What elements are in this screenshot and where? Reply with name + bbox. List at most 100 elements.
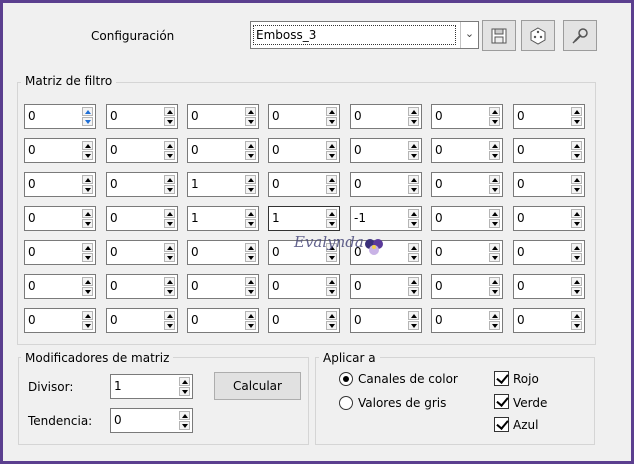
decrement-icon[interactable] <box>326 151 337 160</box>
decrement-icon[interactable] <box>571 151 582 160</box>
matrix-cell[interactable]: 0 <box>431 104 503 129</box>
increment-icon[interactable] <box>164 243 175 252</box>
increment-icon[interactable] <box>571 141 582 150</box>
matrix-cell[interactable]: 0 <box>268 308 340 333</box>
save-preset-button[interactable] <box>482 20 516 51</box>
matrix-cell[interactable]: 0 <box>106 240 178 265</box>
increment-icon[interactable] <box>489 311 500 320</box>
increment-icon[interactable] <box>82 311 93 320</box>
color-channels-label[interactable]: Canales de color <box>358 372 458 386</box>
decrement-icon[interactable] <box>82 321 93 330</box>
decrement-icon[interactable] <box>82 253 93 262</box>
gray-values-radio[interactable] <box>339 396 353 410</box>
matrix-cell[interactable]: 0 <box>268 172 340 197</box>
matrix-cell[interactable]: 0 <box>187 240 259 265</box>
matrix-cell[interactable]: 1 <box>187 206 259 231</box>
decrement-icon[interactable] <box>82 287 93 296</box>
decrement-icon[interactable] <box>489 185 500 194</box>
decrement-icon[interactable] <box>164 287 175 296</box>
decrement-icon[interactable] <box>326 287 337 296</box>
decrement-icon[interactable] <box>408 151 419 160</box>
matrix-cell[interactable]: 0 <box>268 138 340 163</box>
matrix-cell[interactable]: 0 <box>268 274 340 299</box>
decrement-icon[interactable] <box>164 117 175 126</box>
increment-icon[interactable] <box>164 107 175 116</box>
matrix-cell[interactable]: 0 <box>24 240 96 265</box>
matrix-cell[interactable]: 0 <box>513 104 585 129</box>
increment-icon[interactable] <box>489 243 500 252</box>
reset-button[interactable] <box>563 20 597 51</box>
matrix-cell[interactable]: 0 <box>350 138 422 163</box>
increment-icon[interactable] <box>326 175 337 184</box>
decrement-icon[interactable] <box>571 321 582 330</box>
increment-icon[interactable] <box>489 141 500 150</box>
chevron-down-icon[interactable]: ⌄ <box>460 22 478 48</box>
increment-icon[interactable] <box>326 277 337 286</box>
decrement-icon[interactable] <box>326 219 337 228</box>
matrix-cell[interactable]: 0 <box>24 308 96 333</box>
decrement-icon[interactable] <box>245 321 256 330</box>
matrix-cell[interactable]: 0 <box>106 104 178 129</box>
increment-icon[interactable] <box>489 277 500 286</box>
matrix-cell[interactable]: 0 <box>513 172 585 197</box>
increment-icon[interactable] <box>489 175 500 184</box>
increment-icon[interactable] <box>82 175 93 184</box>
decrement-icon[interactable] <box>179 421 190 430</box>
increment-icon[interactable] <box>408 175 419 184</box>
increment-icon[interactable] <box>245 175 256 184</box>
divisor-spinner[interactable]: 1 <box>110 374 193 399</box>
decrement-icon[interactable] <box>245 151 256 160</box>
decrement-icon[interactable] <box>571 287 582 296</box>
increment-icon[interactable] <box>164 141 175 150</box>
increment-icon[interactable] <box>571 243 582 252</box>
increment-icon[interactable] <box>82 107 93 116</box>
increment-icon[interactable] <box>82 243 93 252</box>
matrix-cell[interactable]: 0 <box>24 172 96 197</box>
decrement-icon[interactable] <box>489 287 500 296</box>
decrement-icon[interactable] <box>408 287 419 296</box>
decrement-icon[interactable] <box>164 151 175 160</box>
matrix-cell[interactable]: 0 <box>350 104 422 129</box>
decrement-icon[interactable] <box>326 117 337 126</box>
increment-icon[interactable] <box>571 175 582 184</box>
increment-icon[interactable] <box>245 277 256 286</box>
increment-icon[interactable] <box>245 243 256 252</box>
matrix-cell[interactable]: 0 <box>350 274 422 299</box>
increment-icon[interactable] <box>179 377 190 386</box>
increment-icon[interactable] <box>408 277 419 286</box>
increment-icon[interactable] <box>408 141 419 150</box>
matrix-cell[interactable]: 1 <box>268 206 340 231</box>
blue-checkbox[interactable] <box>494 417 509 432</box>
increment-icon[interactable] <box>82 209 93 218</box>
increment-icon[interactable] <box>245 311 256 320</box>
increment-icon[interactable] <box>326 141 337 150</box>
decrement-icon[interactable] <box>326 321 337 330</box>
blue-label[interactable]: Azul <box>513 418 538 432</box>
decrement-icon[interactable] <box>245 253 256 262</box>
matrix-cell[interactable]: 0 <box>431 308 503 333</box>
decrement-icon[interactable] <box>82 185 93 194</box>
matrix-cell[interactable]: 0 <box>187 138 259 163</box>
increment-icon[interactable] <box>164 277 175 286</box>
green-label[interactable]: Verde <box>513 396 547 410</box>
increment-icon[interactable] <box>408 311 419 320</box>
decrement-icon[interactable] <box>245 219 256 228</box>
decrement-icon[interactable] <box>82 219 93 228</box>
matrix-cell[interactable]: 0 <box>513 308 585 333</box>
matrix-cell[interactable]: 0 <box>106 172 178 197</box>
increment-icon[interactable] <box>571 107 582 116</box>
increment-icon[interactable] <box>408 107 419 116</box>
matrix-cell[interactable]: 0 <box>106 206 178 231</box>
decrement-icon[interactable] <box>571 185 582 194</box>
matrix-cell[interactable]: 0 <box>513 274 585 299</box>
increment-icon[interactable] <box>408 209 419 218</box>
green-checkbox[interactable] <box>494 394 509 409</box>
increment-icon[interactable] <box>326 107 337 116</box>
matrix-cell[interactable]: 0 <box>431 274 503 299</box>
matrix-cell[interactable]: 0 <box>431 240 503 265</box>
red-label[interactable]: Rojo <box>513 372 539 386</box>
increment-icon[interactable] <box>82 141 93 150</box>
increment-icon[interactable] <box>326 311 337 320</box>
decrement-icon[interactable] <box>245 185 256 194</box>
increment-icon[interactable] <box>571 209 582 218</box>
